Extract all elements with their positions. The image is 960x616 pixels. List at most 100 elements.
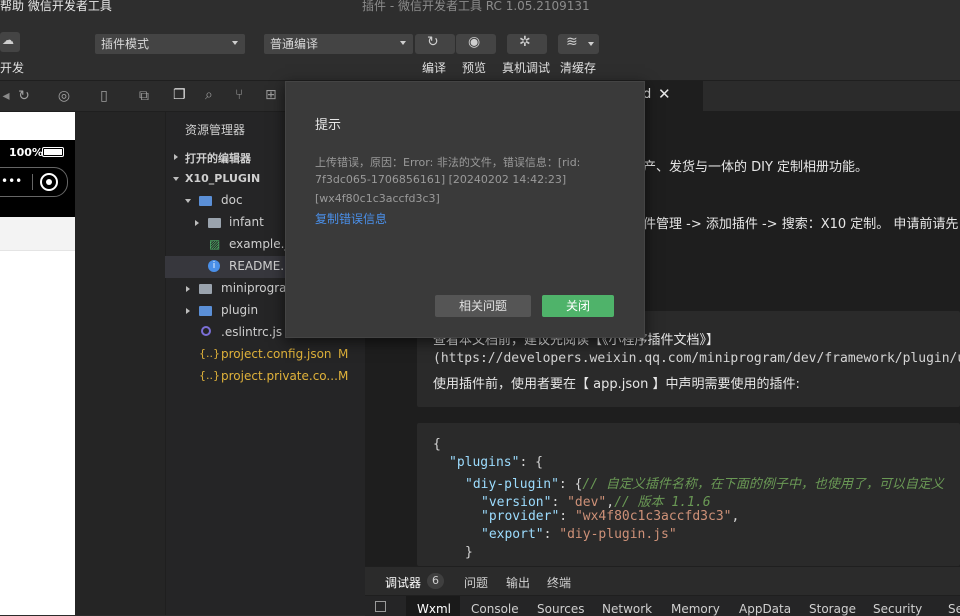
dialog-message-line: 7f3dc065-1706856161] [20240202 14:42:23]: [315, 173, 567, 186]
info-icon: i: [208, 260, 220, 272]
cloud-dev-label: 开发: [0, 61, 25, 75]
plugin-folder-icon: [199, 306, 212, 316]
tree-item-infant[interactable]: infant: [229, 215, 264, 229]
simulator-toolbar: ◂ ↻ ◎ ▯ ⧉: [0, 81, 165, 112]
extensions-icon[interactable]: ⊞: [265, 87, 277, 103]
image-file-icon: ▨: [209, 237, 221, 251]
tree-item-eslintrc[interactable]: .eslintrc.js: [221, 325, 282, 339]
editor-tab-readme[interactable]: d ✕: [643, 81, 703, 111]
chevron-right-icon: [186, 308, 190, 314]
devtab-appdata[interactable]: AppData: [739, 602, 791, 616]
error-dialog: 提示 上传错误，原因：Error: 非法的文件，错误信息：[rid: 7f3dc…: [285, 81, 645, 338]
code-line: "diy-plugin": {// 自定义插件名称，在下面的例子中，也使用了，可…: [465, 477, 944, 492]
compile-select-value: 普通编译: [270, 37, 319, 51]
cloud-icon: ☁: [2, 33, 14, 47]
devtab-more[interactable]: Se: [948, 602, 960, 616]
close-circle-icon[interactable]: [40, 173, 58, 191]
main-toolbar: ☁ 开发 插件模式 普通编译 ↻ ◉ 编译 预览 ✲ 真机调试 ≋ 清缓存: [0, 14, 960, 81]
tab-problems[interactable]: 问题: [464, 574, 488, 591]
project-root[interactable]: X10_PLUGIN: [185, 172, 260, 185]
tree-item-example[interactable]: example.j: [229, 237, 288, 251]
real-device-debug-button[interactable]: ✲: [507, 34, 547, 54]
chevron-down-icon: [185, 199, 191, 203]
chevron-right-icon: [174, 154, 178, 160]
simulator-nav-area: [0, 217, 75, 251]
copy-error-link[interactable]: 复制错误信息: [315, 210, 387, 227]
tab-output[interactable]: 输出: [506, 574, 530, 591]
readme-text-line: 件管理 -> 添加插件 -> 搜索：X10 定制。 申请前请先: [643, 217, 959, 232]
refresh-icon: ↻: [427, 34, 439, 50]
dialog-message-line: 上传错误，原因：Error: 非法的文件，错误信息：[rid:: [315, 156, 581, 169]
explorer-title: 资源管理器: [185, 123, 246, 137]
open-editors-section[interactable]: 打开的编辑器: [185, 150, 251, 166]
tree-item-plugin[interactable]: plugin: [221, 303, 258, 317]
chevron-down-icon: [400, 41, 406, 45]
devtab-network[interactable]: Network: [602, 602, 652, 616]
related-issues-button[interactable]: 相关问题: [435, 295, 531, 317]
devtools-tabs: Wxml Console Sources Network Memory AppD…: [365, 595, 960, 616]
simulator-side-panel: [75, 112, 165, 615]
issue-count-badge: 6: [427, 573, 444, 589]
compile-button[interactable]: ↻: [415, 34, 455, 54]
modified-badge: M: [338, 347, 349, 361]
folder-icon: [199, 196, 212, 206]
chevron-right-icon: [195, 220, 199, 226]
eslint-icon: [201, 326, 211, 336]
devtab-memory[interactable]: Memory: [671, 602, 720, 616]
cloud-dev-button[interactable]: ☁: [0, 32, 20, 52]
real-device-debug-label: 真机调试: [502, 61, 551, 75]
menu-text[interactable]: 帮助 微信开发者工具: [0, 0, 112, 14]
clear-cache-button[interactable]: ≋: [558, 34, 599, 54]
tab-debugger[interactable]: 调试器: [385, 574, 421, 591]
close-icon[interactable]: ✕: [658, 85, 671, 103]
code-line: "provider": "wx4f80c1c3accfd3c3",: [481, 509, 740, 524]
mode-select[interactable]: 插件模式: [95, 34, 245, 54]
inspect-icon[interactable]: [375, 601, 386, 612]
phone-icon[interactable]: ▯: [96, 88, 112, 104]
explorer-files-icon[interactable]: ❐: [173, 87, 186, 103]
close-button[interactable]: 关闭: [542, 295, 614, 317]
search-icon[interactable]: ⌕: [205, 87, 213, 103]
chevron-right-icon: [186, 286, 190, 292]
devtab-storage[interactable]: Storage: [809, 602, 856, 616]
window-icon[interactable]: ⧉: [136, 88, 152, 104]
debugger-tabs: 调试器 6 问题 输出 终端: [365, 566, 960, 595]
quote-line: 使用插件前，使用者要在【 app.json 】中声明需要使用的插件:: [433, 377, 800, 392]
menu-bar: 帮助 微信开发者工具 插件 - 微信开发者工具 RC 1.05.2109131: [0, 0, 960, 14]
tab-terminal[interactable]: 终端: [547, 574, 571, 591]
record-icon[interactable]: ◎: [56, 88, 72, 104]
git-icon[interactable]: ⑂: [235, 87, 243, 103]
tree-item-miniprogram[interactable]: miniprogra: [221, 281, 287, 295]
dialog-title: 提示: [315, 118, 342, 133]
json-icon: {..}: [199, 347, 220, 360]
code-line: "version": "dev",// 版本 1.1.6: [481, 495, 711, 510]
devtab-sources[interactable]: Sources: [537, 602, 584, 616]
compile-label: 编译: [422, 61, 447, 75]
more-icon[interactable]: •••: [1, 174, 22, 188]
tree-item-project-config[interactable]: project.config.json: [221, 347, 332, 361]
devtab-label: Wxml: [417, 602, 451, 616]
devtab-console[interactable]: Console: [471, 602, 519, 616]
doc-link[interactable]: (https://developers.weixin.qq.com/minipr…: [433, 351, 960, 366]
simulator-screen: 100% •••: [0, 112, 75, 615]
tree-item-project-private[interactable]: project.private.co...: [221, 369, 338, 383]
back-icon[interactable]: ◂: [0, 88, 14, 104]
chevron-down-icon: [588, 42, 594, 46]
capsule-menu[interactable]: •••: [0, 167, 68, 197]
devtab-security[interactable]: Security: [873, 602, 922, 616]
modified-badge: M: [338, 369, 349, 383]
compile-select[interactable]: 普通编译: [264, 34, 413, 54]
preview-button[interactable]: ◉: [456, 34, 496, 54]
rotate-icon[interactable]: ↻: [16, 88, 32, 104]
chevron-down-icon: [232, 41, 238, 45]
bug-icon: ✲: [519, 34, 531, 50]
battery-text: 100%: [9, 146, 43, 159]
window-title: 插件 - 微信开发者工具 RC 1.05.2109131: [362, 0, 590, 13]
code-line: "plugins": {: [449, 455, 543, 470]
tree-item-readme[interactable]: README.r: [229, 259, 289, 273]
devtab-wxml[interactable]: Wxml: [406, 596, 460, 616]
clear-cache-label: 清缓存: [560, 61, 597, 75]
folder-icon: [208, 218, 221, 228]
tree-item-doc[interactable]: doc: [221, 193, 243, 207]
preview-label: 预览: [462, 61, 487, 75]
